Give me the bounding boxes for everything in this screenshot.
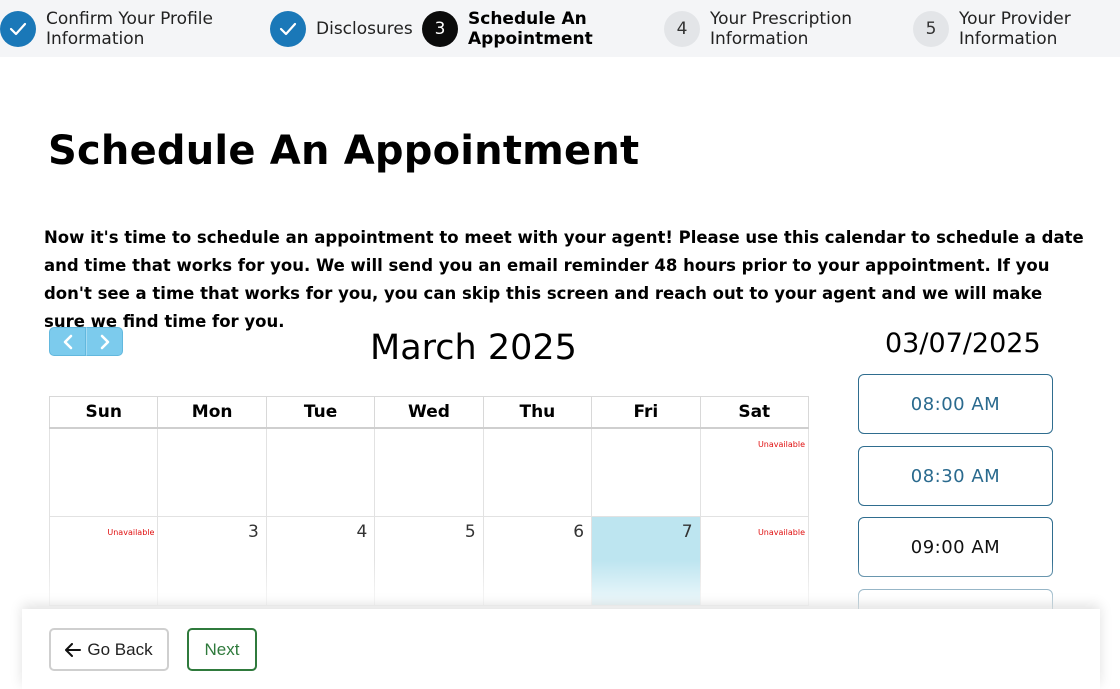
- time-slot-button[interactable]: 08:30 AM: [858, 446, 1053, 506]
- step-number: 3: [422, 11, 458, 47]
- weekday-header: Sun: [48, 396, 159, 429]
- step-number: 4: [664, 11, 700, 47]
- step-confirm-profile[interactable]: Confirm Your Profile Information: [0, 9, 213, 49]
- day-number: 5: [464, 522, 476, 542]
- prev-month-button[interactable]: [49, 327, 86, 356]
- calendar-day-cell: [374, 427, 484, 517]
- step-disclosures[interactable]: Disclosures: [270, 10, 413, 48]
- weekday-header: Sat: [699, 396, 810, 429]
- go-back-button[interactable]: Go Back: [49, 628, 169, 671]
- intro-text: Now it's time to schedule an appointment…: [44, 228, 1084, 331]
- check-icon: [0, 11, 36, 47]
- weekday-header: Wed: [374, 396, 484, 429]
- calendar-day-cell[interactable]: 5: [374, 516, 484, 606]
- time-slot-button[interactable]: 08:00 AM: [858, 374, 1053, 434]
- weekday-header: Tue: [265, 396, 376, 429]
- next-button[interactable]: Next: [187, 628, 257, 671]
- step-schedule-appointment[interactable]: 3 Schedule An Appointment: [422, 9, 593, 49]
- footer-bar: Go Back Next: [22, 609, 1100, 689]
- check-icon: [270, 11, 306, 47]
- day-number: 6: [573, 522, 585, 542]
- day-number: 4: [356, 522, 368, 542]
- calendar-week-row: Unavailable 3 4 5 6 7 Unavailable: [48, 516, 810, 606]
- day-number: 7: [681, 522, 693, 542]
- calendar-week-row: Unavailable: [48, 427, 810, 517]
- unavailable-label: Unavailable: [757, 528, 805, 537]
- unavailable-label: Unavailable: [757, 439, 805, 449]
- weekday-header: Thu: [482, 396, 593, 429]
- weekday-header: Fri: [591, 396, 701, 429]
- chevron-right-icon: [100, 334, 109, 349]
- go-back-label: Go Back: [87, 639, 153, 659]
- step-prescription-info[interactable]: 4 Your Prescription Information: [664, 9, 852, 49]
- calendar-day-cell: Unavailable: [48, 516, 159, 606]
- arrow-left-icon: [65, 642, 82, 657]
- step-label: Schedule An Appointment: [468, 9, 593, 49]
- next-month-button[interactable]: [86, 327, 123, 356]
- calendar-day-cell: [48, 427, 159, 517]
- calendar-day-cell: [482, 427, 593, 517]
- calendar-day-cell[interactable]: 4: [265, 516, 376, 606]
- time-slot-button[interactable]: 09:00 AM: [858, 517, 1053, 577]
- page-title: Schedule An Appointment: [48, 128, 640, 174]
- calendar-day-cell: [157, 427, 267, 517]
- chevron-left-icon: [63, 334, 72, 349]
- weekday-header: Mon: [157, 396, 267, 429]
- calendar-day-cell[interactable]: 7: [591, 516, 701, 606]
- next-label: Next: [204, 639, 240, 659]
- step-label: Confirm Your Profile Information: [46, 9, 213, 49]
- step-label: Your Prescription Information: [710, 9, 852, 49]
- month-title: March 2025: [370, 328, 577, 368]
- progress-stepper: Confirm Your Profile Information Disclos…: [0, 0, 1120, 57]
- step-provider-info[interactable]: 5 Your Provider Information: [913, 9, 1071, 49]
- calendar-day-cell: Unavailable: [699, 516, 810, 606]
- day-number: 3: [248, 522, 259, 542]
- calendar-day-cell: Unavailable: [699, 427, 810, 517]
- step-label: Your Provider Information: [959, 9, 1071, 49]
- calendar-day-cell[interactable]: 3: [157, 516, 267, 606]
- step-label: Disclosures: [316, 19, 413, 39]
- calendar-day-cell[interactable]: 6: [482, 516, 593, 606]
- month-nav: [49, 327, 123, 356]
- selected-date: 03/07/2025: [885, 328, 1041, 359]
- calendar-day-cell: [265, 427, 376, 517]
- step-number: 5: [913, 11, 949, 47]
- unavailable-label: Unavailable: [107, 528, 155, 537]
- calendar-day-cell: [591, 427, 701, 517]
- calendar-grid: Sun Mon Tue Wed Thu Fri Sat Unavailable U…: [48, 396, 810, 606]
